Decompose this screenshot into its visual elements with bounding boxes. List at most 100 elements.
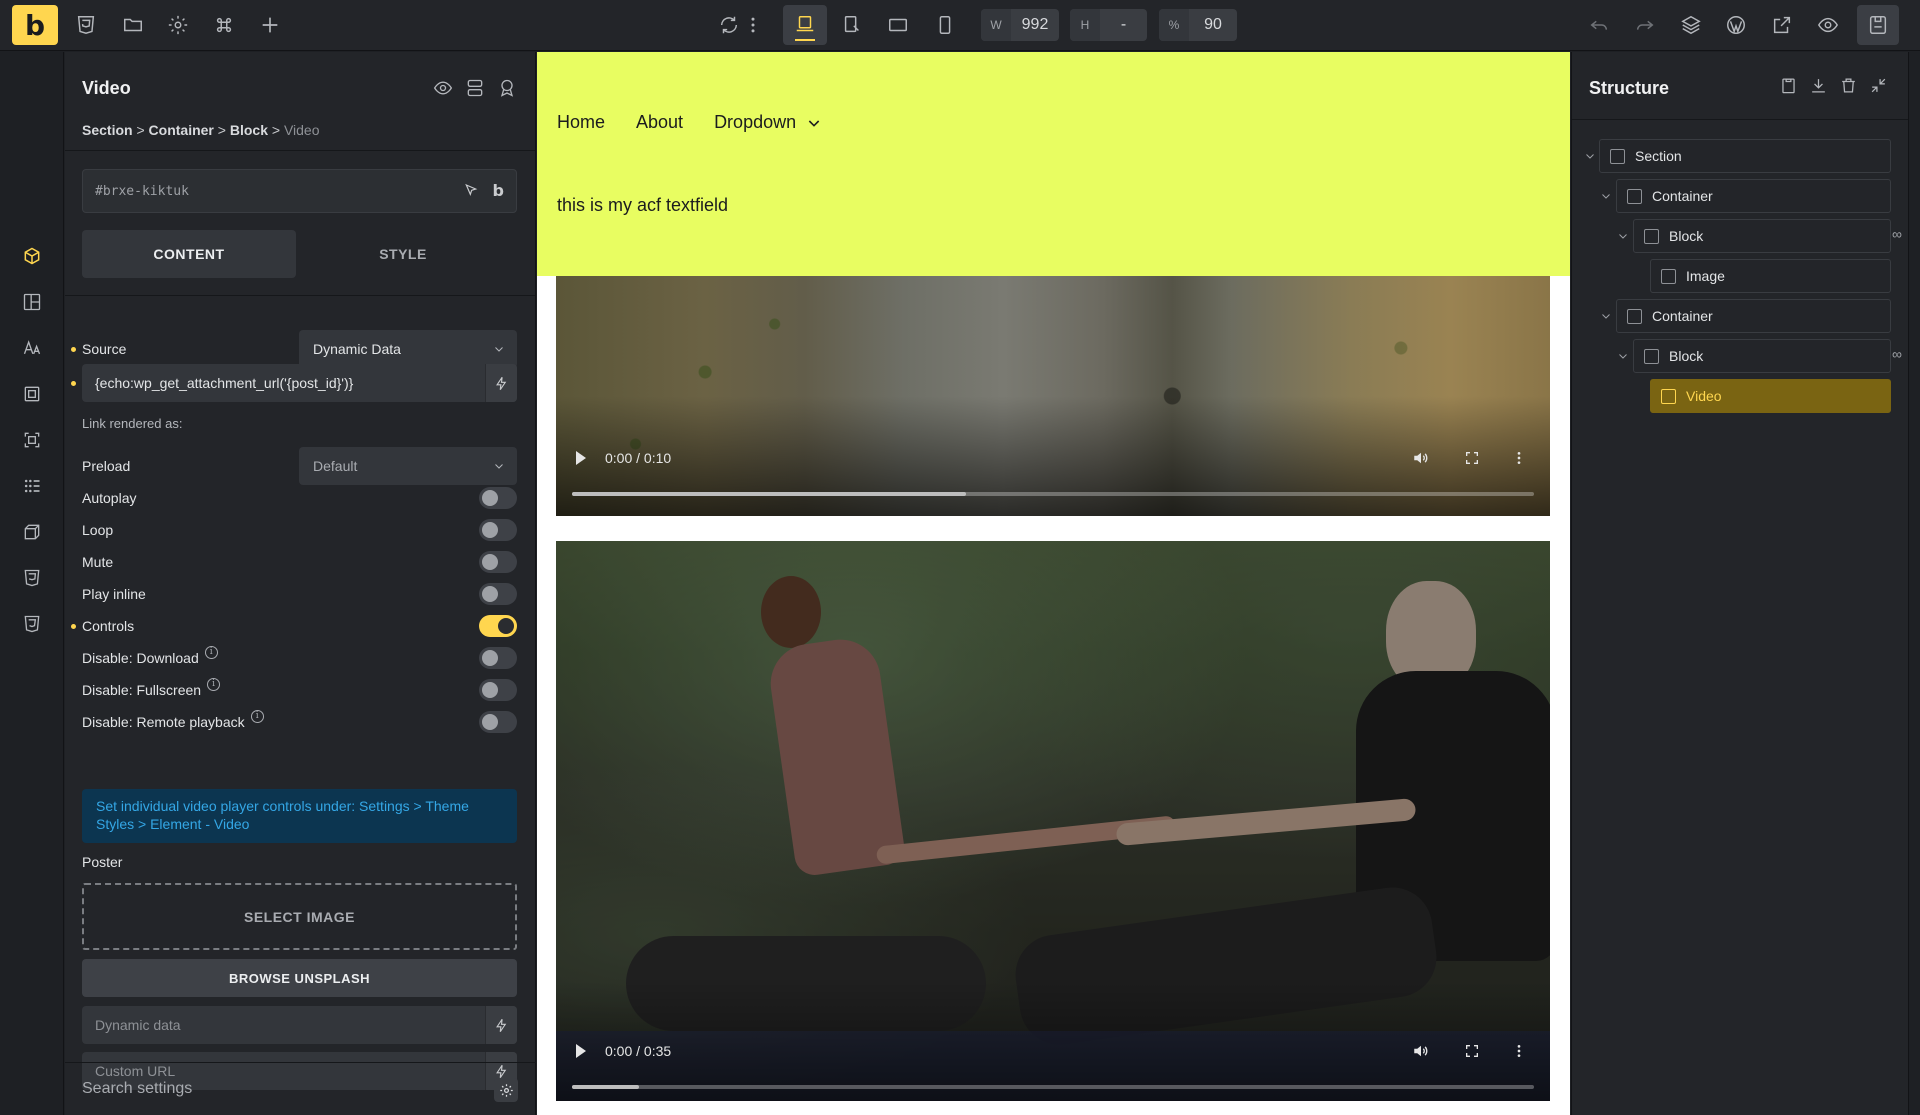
nav-home[interactable]: Home [557, 112, 605, 133]
link-icon[interactable]: ∞ [1892, 226, 1902, 242]
structure-node[interactable]: Block [1633, 339, 1891, 373]
dynamic-data-value[interactable]: {echo:wp_get_attachment_url('{post_id}')… [95, 375, 353, 391]
fullscreen-icon[interactable] [1464, 450, 1480, 466]
cursor-icon[interactable] [463, 183, 479, 199]
css3-icon[interactable] [20, 612, 44, 636]
toggle-switch[interactable] [479, 615, 517, 637]
trash-icon[interactable] [1839, 76, 1858, 95]
nav-dropdown[interactable]: Dropdown [714, 112, 822, 133]
tab-content[interactable]: CONTENT [82, 230, 296, 278]
height-field[interactable]: H - [1070, 9, 1147, 41]
element-id-value[interactable]: #brxe-kiktuk [95, 184, 189, 199]
toggle-switch[interactable] [479, 583, 517, 605]
chevron-down-icon[interactable] [1600, 310, 1612, 322]
add-icon[interactable] [249, 5, 291, 45]
chevron-down-icon[interactable] [1617, 230, 1629, 242]
toggle-switch[interactable] [479, 519, 517, 541]
award-icon[interactable] [497, 78, 517, 98]
layers-icon[interactable] [1670, 5, 1712, 45]
fullscreen-icon[interactable] [1464, 1043, 1480, 1059]
element-id-field[interactable]: #brxe-kiktuk b [82, 169, 517, 213]
undo-icon[interactable] [1578, 5, 1620, 45]
toggle-switch[interactable] [479, 647, 517, 669]
structure-node[interactable]: Block [1633, 219, 1891, 253]
structure-node[interactable]: Video [1650, 379, 1891, 413]
info-icon[interactable]: i [207, 677, 221, 691]
dynamic-data-button[interactable] [485, 364, 517, 402]
more-vertical-icon[interactable] [1511, 450, 1527, 466]
more-vertical-icon[interactable] [1511, 1043, 1527, 1059]
wordpress-icon[interactable] [1715, 5, 1757, 45]
database-icon[interactable] [465, 78, 485, 98]
info-icon[interactable]: i [250, 709, 264, 723]
command-icon[interactable] [203, 5, 245, 45]
search-settings-gear-button[interactable] [494, 1078, 518, 1102]
html5-icon[interactable] [65, 5, 107, 45]
toggle-switch[interactable] [479, 487, 517, 509]
preview-eye-icon[interactable] [1807, 5, 1849, 45]
builder-canvas[interactable]: Home About Dropdown this is my acf textf… [537, 52, 1570, 1115]
info-icon[interactable]: i [204, 645, 218, 659]
structure-node[interactable]: Section [1599, 139, 1891, 173]
structure-node[interactable]: Container [1616, 299, 1891, 333]
width-value[interactable]: 992 [1011, 16, 1059, 34]
video-player[interactable]: 0:00 / 0:35 [556, 541, 1550, 1101]
tablet-icon[interactable] [877, 5, 919, 45]
video-player[interactable]: 0:00 / 0:10 [556, 276, 1550, 516]
save-icon[interactable] [1857, 5, 1899, 45]
gear-icon[interactable] [157, 5, 199, 45]
width-field[interactable]: W 992 [981, 9, 1059, 41]
nav-about[interactable]: About [636, 112, 683, 133]
breadcrumb-section[interactable]: Section [82, 122, 133, 138]
clipboard-icon[interactable] [1779, 76, 1798, 95]
chevron-down-icon[interactable] [1584, 150, 1596, 162]
volume-icon[interactable] [1412, 449, 1430, 467]
redo-icon[interactable] [1624, 5, 1666, 45]
download-icon[interactable] [1809, 76, 1828, 95]
volume-icon[interactable] [1412, 1042, 1430, 1060]
html5-rail-icon[interactable] [20, 566, 44, 590]
play-icon[interactable] [576, 1044, 586, 1058]
breadcrumb-block[interactable]: Block [230, 122, 268, 138]
browse-unsplash-button[interactable]: BROWSE UNSPLASH [82, 959, 517, 997]
zoom-value[interactable]: 90 [1189, 16, 1237, 34]
grid-dots-icon[interactable] [20, 474, 44, 498]
select-image-button[interactable]: SELECT IMAGE [82, 883, 517, 950]
typography-icon[interactable] [20, 336, 44, 360]
poster-dynamic-data-input[interactable]: Dynamic data [82, 1006, 517, 1044]
toggle-switch[interactable] [479, 711, 517, 733]
folder-icon[interactable] [112, 5, 154, 45]
structure-node[interactable]: Container [1616, 179, 1891, 213]
box-3d-icon[interactable] [20, 520, 44, 544]
more-vertical-icon[interactable] [743, 5, 763, 45]
tab-style[interactable]: STYLE [296, 230, 510, 278]
play-icon[interactable] [576, 451, 586, 465]
chevron-down-icon[interactable] [1617, 350, 1629, 362]
desktop-breakpoint-icon[interactable] [783, 5, 827, 45]
cube-icon[interactable] [20, 244, 44, 268]
source-select[interactable]: Dynamic Data [299, 330, 517, 368]
chevron-down-icon[interactable] [1600, 190, 1612, 202]
layout-icon[interactable] [20, 290, 44, 314]
dynamic-data-input[interactable]: {echo:wp_get_attachment_url('{post_id}')… [82, 364, 517, 402]
toggle-switch[interactable] [479, 679, 517, 701]
crop-icon[interactable] [20, 428, 44, 452]
bricks-logo[interactable]: b [12, 5, 58, 45]
frame-icon[interactable] [20, 382, 44, 406]
tablet-landscape-icon[interactable] [831, 5, 873, 45]
height-value[interactable]: - [1100, 16, 1147, 34]
toggle-switch[interactable] [479, 551, 517, 573]
structure-node[interactable]: Image [1650, 259, 1891, 293]
breadcrumb-container[interactable]: Container [149, 122, 214, 138]
poster-dynamic-data-button[interactable] [485, 1006, 517, 1044]
preload-select[interactable]: Default [299, 447, 517, 485]
collapse-icon[interactable] [1869, 76, 1888, 95]
video-progress[interactable] [572, 1085, 1534, 1089]
search-settings[interactable]: Search settings [65, 1062, 536, 1115]
bricks-class-icon[interactable]: b [493, 181, 504, 200]
link-icon[interactable]: ∞ [1892, 346, 1902, 362]
mobile-icon[interactable] [924, 5, 966, 45]
external-link-icon[interactable] [1761, 5, 1803, 45]
eye-icon[interactable] [433, 78, 453, 98]
video-progress[interactable] [572, 492, 1534, 496]
